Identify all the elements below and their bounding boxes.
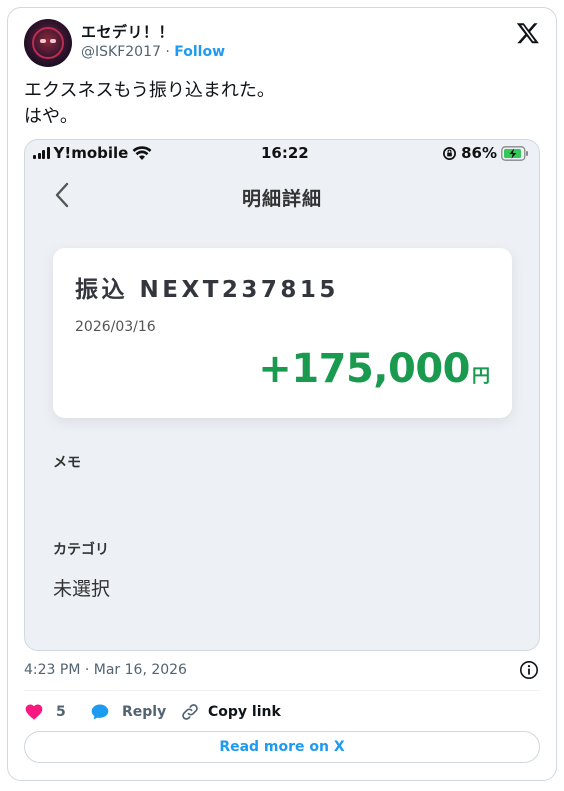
- x-logo-icon[interactable]: [516, 21, 540, 45]
- phone-status-bar: Y!mobile 16:22 86%: [25, 140, 539, 168]
- reply-bubble-icon: [91, 704, 109, 720]
- tweet-text-line-2: はや。: [24, 106, 78, 127]
- tweet-text-line-1: エクスネスもう振り込まれた。: [24, 80, 275, 101]
- author-handle-line: @ISKF2017 · Follow: [81, 44, 225, 60]
- rotation-lock-icon: [443, 146, 457, 160]
- status-time: 16:22: [261, 144, 309, 162]
- transaction-date: 2026/03/16: [75, 319, 156, 335]
- nav-title: 明細詳細: [241, 188, 322, 210]
- carrier-name: Y!mobile: [53, 144, 129, 162]
- action-bar: 5 Reply Copy link: [24, 700, 540, 724]
- category-label: カテゴリ: [53, 542, 109, 558]
- amount-currency: 円: [472, 366, 490, 387]
- reply-button[interactable]: Reply: [90, 700, 166, 724]
- battery-percent: 86%: [461, 144, 497, 162]
- transaction-amount: +175,000 円: [258, 346, 490, 392]
- info-icon[interactable]: [519, 660, 539, 680]
- read-more-button[interactable]: Read more on X: [24, 731, 540, 763]
- follow-button[interactable]: Follow: [174, 44, 225, 60]
- signal-bars-icon: [33, 147, 50, 159]
- author-handle[interactable]: @ISKF2017: [81, 44, 161, 60]
- tweet-text: エクスネスもう振り込まれた。 はや。: [24, 78, 275, 130]
- transaction-card: 振込 NEXT237815 2026/03/16 +175,000 円: [53, 248, 512, 418]
- divider: [24, 690, 540, 691]
- like-count: 5: [56, 704, 66, 720]
- battery-charging-icon: [501, 145, 528, 161]
- memo-label: メモ: [53, 455, 81, 471]
- link-icon: [182, 704, 198, 720]
- copy-link-label: Copy link: [208, 704, 281, 720]
- like-button[interactable]: 5: [24, 700, 66, 724]
- transaction-title: 振込 NEXT237815: [75, 277, 339, 303]
- reply-label: Reply: [122, 704, 167, 720]
- copy-link-button[interactable]: Copy link: [180, 700, 281, 724]
- category-value[interactable]: 未選択: [53, 574, 110, 601]
- separator-dot: ·: [165, 44, 170, 60]
- author-name[interactable]: エセデリ！！: [81, 21, 174, 42]
- avatar[interactable]: [24, 19, 72, 67]
- amount-value: +175,000: [258, 346, 470, 392]
- tweet-timestamp[interactable]: 4:23 PM · Mar 16, 2026: [24, 662, 187, 678]
- wifi-icon: [132, 145, 152, 160]
- heart-icon: [25, 704, 43, 720]
- tweet-media-image[interactable]: Y!mobile 16:22 86% 明細詳細 振込 NEXT237815 20…: [24, 139, 540, 651]
